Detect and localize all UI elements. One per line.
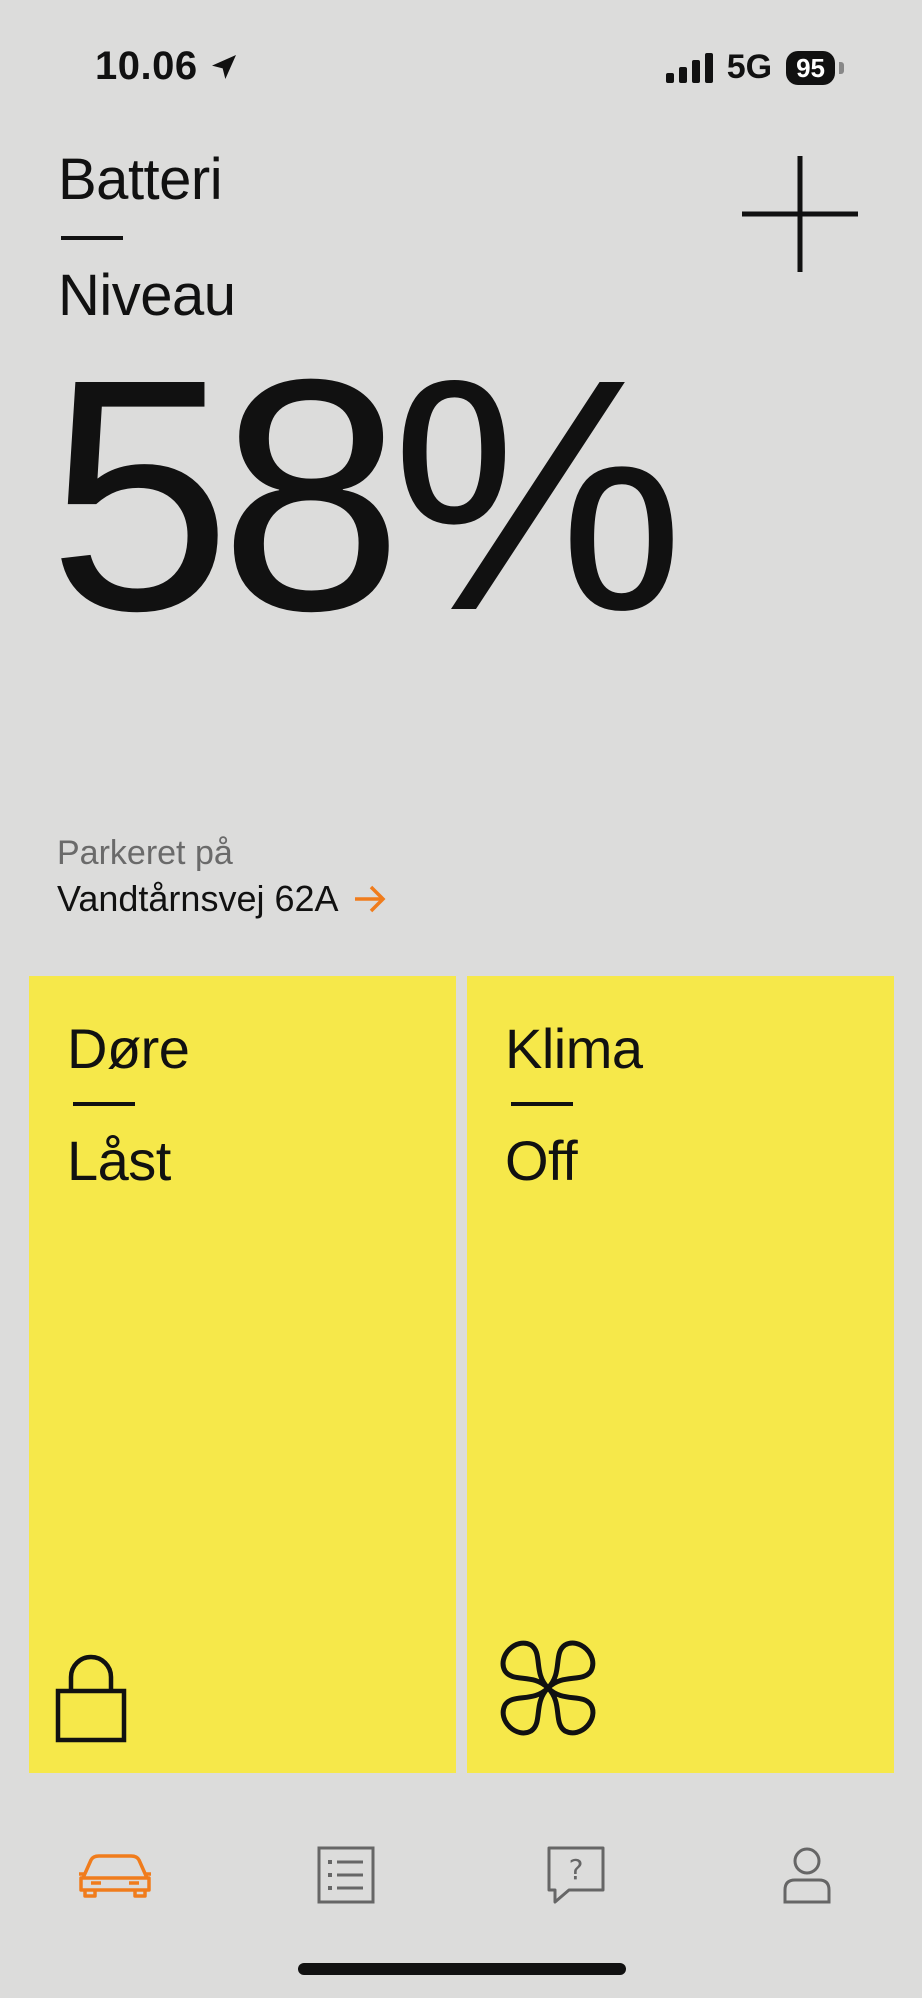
nav-car[interactable]: [55, 1820, 175, 1930]
doors-title: Døre: [67, 1017, 190, 1080]
help-icon: ?: [547, 1846, 605, 1904]
parked-address-link[interactable]: Vandtårnsvej 62A: [57, 878, 387, 920]
nav-profile[interactable]: [747, 1820, 867, 1930]
home-indicator: [298, 1963, 626, 1975]
nav-help[interactable]: ?: [516, 1820, 636, 1930]
location-arrow-icon: [211, 54, 236, 79]
network-type: 5G: [726, 48, 773, 86]
status-time-text: 10.06: [95, 44, 198, 88]
climate-title: Klima: [505, 1017, 643, 1080]
fan-icon: [500, 1640, 596, 1736]
list-icon: [317, 1846, 375, 1904]
battery-nub-icon: [839, 61, 844, 74]
battery-title: Batteri: [58, 147, 223, 212]
parked-address-text: Vandtårnsvej 62A: [57, 878, 339, 919]
parked-label: Parkeret på: [57, 834, 233, 872]
status-time: 10.06: [95, 44, 240, 89]
title-divider: [61, 236, 123, 240]
car-icon: [79, 1854, 152, 1898]
climate-divider: [511, 1102, 573, 1106]
arrow-right-icon: [354, 885, 385, 913]
doors-divider: [73, 1102, 135, 1106]
battery-status: 95: [786, 50, 835, 85]
bottom-nav: ?: [0, 1800, 922, 1950]
svg-text:?: ?: [569, 1853, 584, 1886]
lock-icon: [55, 1654, 127, 1743]
climate-status: Off: [505, 1129, 578, 1192]
status-indicators: 5G 95: [665, 48, 844, 87]
profile-icon: [783, 1847, 831, 1904]
add-button[interactable]: [742, 156, 858, 272]
climate-card[interactable]: Klima Off: [467, 976, 894, 1773]
signal-icon: [665, 52, 713, 83]
plus-icon: [742, 156, 858, 272]
nav-list[interactable]: [286, 1820, 406, 1930]
doors-card[interactable]: Døre Låst: [29, 976, 456, 1773]
doors-status: Låst: [67, 1129, 171, 1192]
battery-percent: 58%: [48, 310, 684, 679]
